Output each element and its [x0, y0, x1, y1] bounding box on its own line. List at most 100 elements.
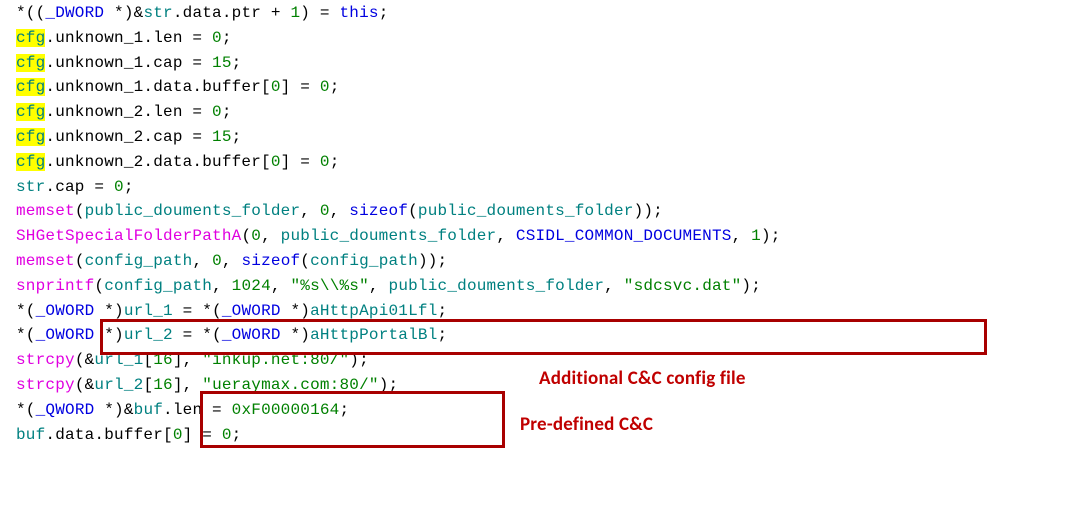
code-token: cfg [16, 29, 45, 47]
code-token: _OWORD [222, 302, 281, 320]
code-token: 0 [271, 153, 281, 171]
code-token: strcpy [16, 351, 75, 369]
code-line: strcpy(&url_1[16], "inkup.net:80/"); [16, 348, 1092, 373]
code-token: buf [134, 401, 163, 419]
code-token: SHGetSpecialFolderPathA [16, 227, 241, 245]
code-line: *((_DWORD *)&str.data.ptr + 1) = this; [16, 1, 1092, 26]
code-token: strcpy [16, 376, 75, 394]
code-token: config_path [310, 252, 418, 270]
code-token: "ueraymax.com:80/" [202, 376, 378, 394]
code-token: "inkup.net:80/" [202, 351, 349, 369]
code-token: cfg [16, 128, 45, 146]
code-token: , [222, 252, 242, 270]
code-token: ; [232, 54, 242, 72]
code-token: , [192, 252, 212, 270]
code-token: )); [634, 202, 663, 220]
code-token: 0 [251, 227, 261, 245]
code-token: 0 [320, 78, 330, 96]
code-token: .cap = [45, 178, 114, 196]
code-token: .unknown_1.data.buffer[ [45, 78, 270, 96]
code-token: , [330, 202, 350, 220]
code-token: _DWORD [45, 4, 104, 22]
code-token: "sdcsvc.dat" [624, 277, 742, 295]
code-token: ); [761, 227, 781, 245]
code-token: cfg [16, 103, 45, 121]
code-token: _OWORD [222, 326, 281, 344]
code-token: *)& [104, 4, 143, 22]
code-token: ); [379, 376, 399, 394]
code-line: buf.data.buffer[0] = 0; [16, 423, 1092, 448]
code-token: buf [16, 426, 45, 444]
code-token: aHttpApi01Lfl [310, 302, 437, 320]
code-token: 0 [320, 153, 330, 171]
code-token: public_douments_folder [85, 202, 301, 220]
code-token: str [143, 4, 172, 22]
code-token: , [271, 277, 291, 295]
code-token: *( [16, 401, 36, 419]
code-token: = *( [173, 302, 222, 320]
code-token: *) [94, 302, 123, 320]
code-token: url_1 [124, 302, 173, 320]
code-token: _OWORD [36, 326, 95, 344]
code-token: *) [281, 302, 310, 320]
code-token: config_path [104, 277, 212, 295]
code-token: [ [143, 351, 153, 369]
code-token: CSIDL_COMMON_DOCUMENTS [516, 227, 732, 245]
code-token: sizeof [349, 202, 408, 220]
code-token: , [261, 227, 281, 245]
code-token: ( [94, 277, 104, 295]
code-token: cfg [16, 78, 45, 96]
code-token: 0xF00000164 [232, 401, 340, 419]
code-token: ] = [281, 153, 320, 171]
code-token: ; [438, 326, 448, 344]
code-token: ); [349, 351, 369, 369]
code-token: , [496, 227, 516, 245]
code-line: cfg.unknown_2.len = 0; [16, 100, 1092, 125]
code-token: ( [75, 202, 85, 220]
code-token: 0 [222, 426, 232, 444]
code-token: memset [16, 202, 75, 220]
code-token: , [604, 277, 624, 295]
code-token: *(( [16, 4, 45, 22]
code-token: this [340, 4, 379, 22]
code-token: , [732, 227, 752, 245]
code-token: ; [340, 401, 350, 419]
code-token: , [212, 277, 232, 295]
code-token: .len = [163, 401, 232, 419]
code-token: url_2 [94, 376, 143, 394]
code-token: 15 [212, 54, 232, 72]
code-line: cfg.unknown_1.len = 0; [16, 26, 1092, 51]
code-token: *) [281, 326, 310, 344]
decompiled-code-view: *((_DWORD *)&str.data.ptr + 1) = this;cf… [0, 0, 1092, 447]
code-token: 0 [212, 252, 222, 270]
code-token: ; [222, 29, 232, 47]
code-token: _QWORD [36, 401, 95, 419]
code-token: ; [232, 128, 242, 146]
code-token: .data.buffer[ [45, 426, 172, 444]
code-token: .data.ptr + [173, 4, 291, 22]
code-token: 0 [212, 29, 222, 47]
code-token: ] = [281, 78, 320, 96]
code-line: cfg.unknown_2.data.buffer[0] = 0; [16, 150, 1092, 175]
code-token: sizeof [241, 252, 300, 270]
code-line: snprintf(config_path, 1024, "%s\\%s", pu… [16, 274, 1092, 299]
code-line: str.cap = 0; [16, 175, 1092, 200]
code-token: 16 [153, 351, 173, 369]
code-token: public_douments_folder [418, 202, 634, 220]
code-token: 1 [290, 4, 300, 22]
code-token: ); [741, 277, 761, 295]
code-token: ; [124, 178, 134, 196]
code-token: snprintf [16, 277, 94, 295]
code-token: ( [75, 252, 85, 270]
code-line: SHGetSpecialFolderPathA(0, public_doumen… [16, 224, 1092, 249]
code-token: ; [232, 426, 242, 444]
code-token: str [16, 178, 45, 196]
code-token: (& [75, 351, 95, 369]
code-token: 0 [271, 78, 281, 96]
code-token: 0 [320, 202, 330, 220]
code-token: url_2 [124, 326, 173, 344]
code-token: .unknown_2.len = [45, 103, 212, 121]
code-token: url_1 [94, 351, 143, 369]
code-token: 0 [212, 103, 222, 121]
code-token: , [369, 277, 389, 295]
